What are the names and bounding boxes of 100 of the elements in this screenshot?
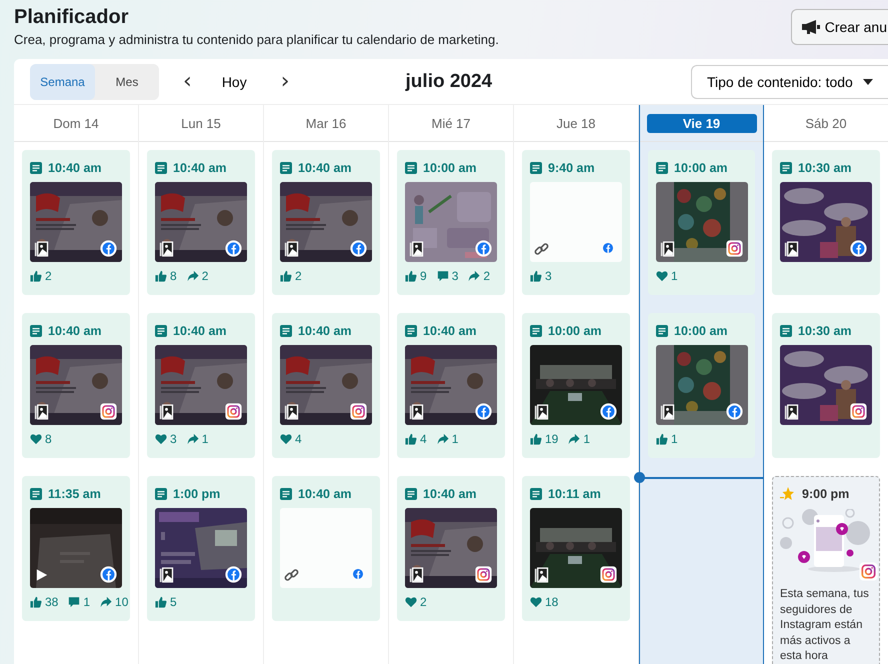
comment-icon	[68, 596, 80, 608]
facebook-icon	[475, 403, 492, 420]
post-card[interactable]: 10:40 am 2	[22, 150, 130, 295]
caret-icon	[862, 78, 873, 84]
post-time: 10:40 am	[298, 161, 352, 175]
stat-count: 8	[45, 432, 52, 446]
post-card[interactable]: 10:00 am 1	[648, 150, 755, 295]
content-type-dropdown[interactable]: Tipo de contenido: todo	[691, 64, 888, 98]
post-card[interactable]: 10:40 am 2	[397, 476, 505, 621]
facebook-icon	[475, 240, 492, 257]
link-icon	[534, 241, 549, 257]
post-time: 1:00 pm	[173, 487, 220, 501]
post-icon	[405, 162, 417, 174]
image-icon	[534, 404, 549, 420]
stat-count: 2	[45, 269, 52, 283]
image-icon	[534, 567, 549, 583]
post-card[interactable]: 10:11 am 18	[522, 476, 630, 621]
post-card[interactable]: 10:40 am 3 1	[147, 313, 255, 458]
post-card[interactable]: 10:00 am 19 1	[522, 313, 630, 458]
stat-count: 3	[170, 432, 177, 446]
star-icon	[780, 487, 794, 501]
facebook-icon	[351, 567, 365, 581]
heart-icon	[405, 596, 417, 608]
post-icon	[656, 162, 668, 174]
day-label: Vie 19	[646, 114, 756, 132]
post-icon	[780, 325, 792, 337]
post-card[interactable]: 10:40 am 2	[272, 150, 380, 295]
stat-count: 1	[583, 432, 590, 446]
day-label: Mar 16	[306, 114, 346, 132]
facebook-icon	[100, 566, 117, 583]
post-icon	[405, 325, 417, 337]
post-card[interactable]: 11:35 am 38 1 10	[22, 476, 130, 621]
stat-count: 9	[420, 269, 427, 283]
image-icon	[784, 241, 799, 257]
post-card[interactable]: 10:40 am 4	[272, 313, 380, 458]
post-time: 10:40 am	[173, 324, 227, 338]
stat-count: 2	[295, 269, 302, 283]
post-icon	[30, 488, 42, 500]
facebook-icon	[600, 403, 617, 420]
play-icon	[34, 567, 49, 583]
post-card[interactable]: 10:30 am	[772, 150, 880, 295]
stat-count: 3	[452, 269, 458, 283]
tip-text: Esta semana, tus seguidores de Instagram están más activos a esta hora	[780, 587, 870, 664]
heart-icon	[280, 433, 292, 445]
post-time: 10:30 am	[798, 324, 852, 338]
post-icon	[530, 325, 542, 337]
post-time: 10:40 am	[423, 324, 477, 338]
post-time: 10:00 am	[423, 161, 477, 175]
stat-count: 1	[671, 269, 678, 283]
post-time: 10:00 am	[674, 161, 728, 175]
previous-button[interactable]: ‹	[175, 69, 200, 94]
share-icon	[468, 270, 480, 282]
facebook-icon	[350, 240, 367, 257]
post-time: 10:30 am	[798, 161, 852, 175]
image-icon	[284, 241, 299, 257]
post-icon	[280, 325, 292, 337]
link-icon	[284, 567, 299, 583]
facebook-icon	[100, 240, 117, 257]
day-label: Mié 17	[431, 114, 471, 132]
post-card[interactable]: 9:40 am 3	[522, 150, 630, 295]
post-icon	[405, 488, 417, 500]
image-icon	[784, 404, 799, 420]
create-ad-button[interactable]: Crear anu	[790, 9, 888, 45]
period-title: julio 2024	[406, 70, 494, 92]
facebook-icon	[225, 566, 242, 583]
thumbs-up-icon	[405, 433, 417, 445]
tip-card[interactable]: 9:00 pm Esta semana, tus seguidores de Instagram están más activos a esta hora	[772, 476, 880, 664]
post-card[interactable]: 10:40 am 4 1	[397, 313, 505, 458]
post-card[interactable]: 10:40 am 8	[22, 313, 130, 458]
today-button[interactable]: Hoy	[212, 70, 257, 94]
post-time: 10:40 am	[173, 161, 227, 175]
post-time: 10:40 am	[48, 324, 102, 338]
image-icon	[159, 404, 174, 420]
stat-count: 5	[170, 595, 177, 609]
post-card[interactable]: 10:00 am 1	[648, 313, 755, 458]
post-card[interactable]: 10:30 am	[772, 313, 880, 458]
stat-count: 1	[83, 595, 90, 609]
instagram-icon	[859, 562, 878, 581]
stat-count: 8	[170, 269, 177, 283]
post-icon	[656, 325, 668, 337]
share-icon	[436, 433, 449, 445]
comment-icon	[436, 270, 449, 282]
thumbs-up-icon	[656, 433, 668, 445]
stat-count: 1	[202, 432, 208, 446]
post-time: 10:40 am	[48, 161, 102, 175]
heart-icon	[155, 433, 167, 445]
post-card[interactable]: 10:40 am	[272, 476, 380, 621]
view-tab[interactable]: Semana	[30, 64, 95, 100]
post-icon	[30, 325, 42, 337]
stat-count: 2	[483, 269, 490, 283]
post-icon	[155, 162, 167, 174]
post-card[interactable]: 1:00 pm 5	[147, 476, 255, 621]
stat-count: 38	[45, 595, 58, 609]
next-button[interactable]: ›	[272, 69, 298, 94]
thumbs-up-icon	[530, 270, 542, 282]
share-icon	[100, 596, 112, 608]
post-card[interactable]: 10:00 am 9 3 2	[397, 150, 505, 295]
post-card[interactable]: 10:40 am 8 2	[147, 150, 255, 295]
share-icon	[568, 433, 580, 445]
stat-count: 18	[545, 595, 558, 609]
